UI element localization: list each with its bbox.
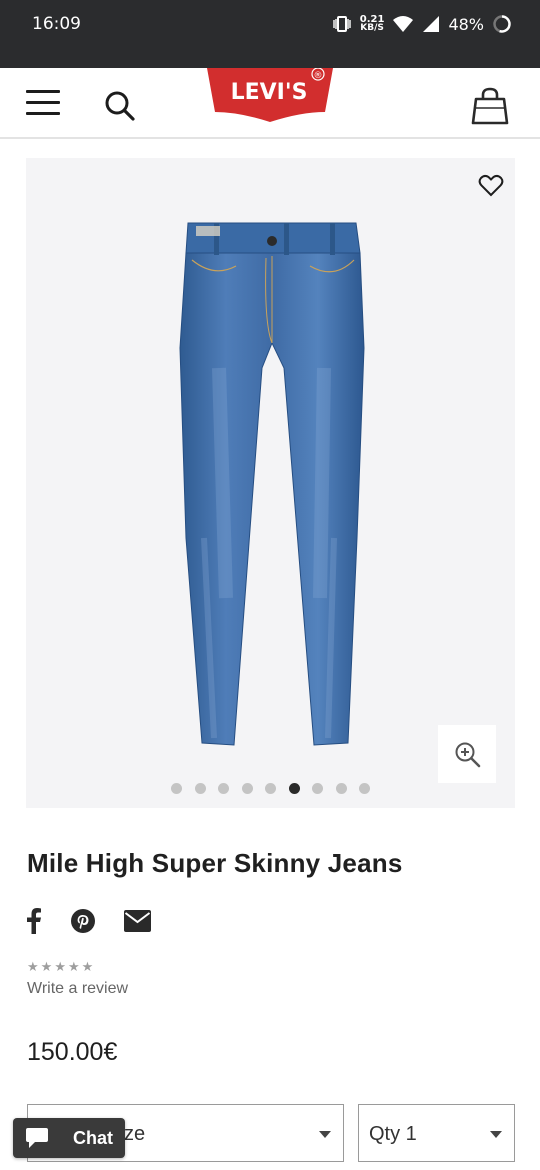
gallery-dot[interactable] xyxy=(335,783,347,794)
gallery-dot[interactable] xyxy=(171,783,182,794)
size-select-label: ze xyxy=(124,1123,146,1145)
heart-icon[interactable] xyxy=(478,174,504,198)
search-icon[interactable] xyxy=(102,88,138,124)
bag-icon[interactable] xyxy=(470,86,510,126)
signal-icon xyxy=(423,16,440,32)
wifi-icon xyxy=(393,16,414,32)
quantity-select[interactable]: Qty 1 xyxy=(358,1104,515,1162)
star-icon: ★ xyxy=(40,960,53,975)
status-icons: 0.21 KB/S 48% xyxy=(332,12,512,36)
chevron-down-icon xyxy=(490,1131,502,1138)
facebook-icon[interactable] xyxy=(26,908,42,934)
write-review-link[interactable]: Write a review xyxy=(27,980,128,998)
registered-mark: ® xyxy=(314,71,323,81)
star-icon: ★ xyxy=(54,960,66,975)
gallery-dot[interactable] xyxy=(241,783,253,794)
star-icon: ★ xyxy=(27,960,39,975)
zoom-in-button[interactable] xyxy=(438,725,496,783)
product-image xyxy=(179,222,365,746)
gallery-dot[interactable] xyxy=(288,783,300,794)
star-icon: ★ xyxy=(81,960,94,975)
quantity-select-label: Qty 1 xyxy=(369,1123,417,1145)
status-bar: 16:09 0.21 KB/S 48% xyxy=(0,0,540,68)
gallery-dot[interactable] xyxy=(194,783,206,794)
vibrate-icon xyxy=(333,16,351,32)
menu-icon[interactable] xyxy=(26,90,60,116)
levis-logo[interactable]: LEVI'S ® xyxy=(205,67,335,124)
net-speed: 0.21 KB/S xyxy=(359,14,385,33)
battery-percent: 48% xyxy=(448,14,484,34)
star-icon: ★ xyxy=(67,960,80,975)
logo-text: LEVI'S xyxy=(231,80,308,105)
gallery-dot[interactable] xyxy=(265,783,276,794)
chevron-down-icon xyxy=(319,1131,331,1138)
chat-button[interactable]: Chat xyxy=(13,1118,125,1158)
share-row xyxy=(26,908,151,934)
site-header: LEVI'S ® xyxy=(0,67,540,139)
gallery-dot[interactable] xyxy=(312,783,323,794)
pinterest-icon[interactable] xyxy=(71,909,95,933)
gallery-pagination xyxy=(26,783,515,794)
gallery-dot[interactable] xyxy=(218,783,229,794)
chat-label: Chat xyxy=(73,1127,113,1148)
status-time: 16:09 xyxy=(32,14,81,34)
battery-ring-icon xyxy=(493,15,511,33)
chat-icon xyxy=(26,1128,48,1148)
product-gallery[interactable] xyxy=(26,158,515,808)
product-price: 150.00€ xyxy=(27,1038,118,1066)
zoom-in-icon xyxy=(455,742,481,768)
email-icon[interactable] xyxy=(124,910,151,932)
rating-stars: ★ ★ ★ ★ ★ xyxy=(27,961,93,974)
product-title: Mile High Super Skinny Jeans xyxy=(27,848,403,878)
gallery-dot[interactable] xyxy=(359,783,370,794)
